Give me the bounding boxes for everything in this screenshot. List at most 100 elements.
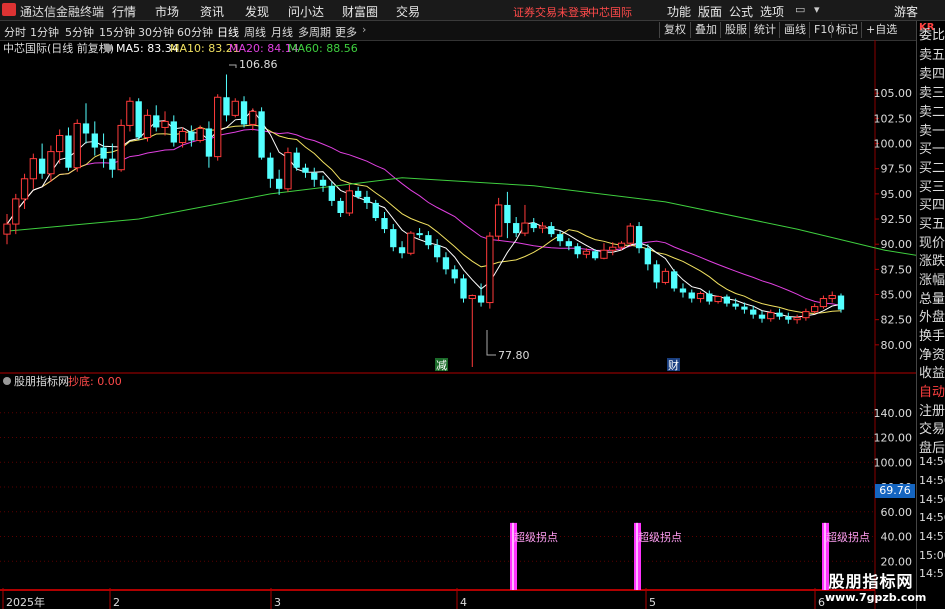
login-notice[interactable]: 证券交易未登录 <box>513 4 590 20</box>
candle <box>416 228 423 239</box>
candle <box>65 127 72 171</box>
menu-item-market-quotes[interactable]: 行情 <box>112 3 136 20</box>
panel-item: 注册 <box>919 404 945 419</box>
candle <box>284 147 292 192</box>
menu-item-options[interactable]: 选项 <box>760 3 784 20</box>
main-legend: 中芯国际(日线 前复权) MA5: 83.34 MA10: 83.21 MA20… <box>3 41 358 55</box>
kline-chart[interactable]: 105.00 102.50 100.00 97.50 95.00 92.50 90.00 87… <box>0 40 916 609</box>
menu-item-market[interactable]: 市场 <box>155 3 179 20</box>
candle-body-down <box>732 303 739 307</box>
signal-label: 超级拐点 <box>826 530 870 544</box>
menu-item-formula[interactable]: 公式 <box>729 3 753 20</box>
menu-item-wealth[interactable]: 财富圈 <box>342 3 378 20</box>
mark-button[interactable]: 标记 <box>831 22 862 38</box>
period-monthly[interactable]: 月线 <box>271 24 293 40</box>
indicator-name[interactable]: 股朋指标网 <box>14 374 69 388</box>
candle-body-down <box>390 229 397 248</box>
y-tick-label: 97.50 <box>881 163 913 176</box>
app-logo-icon <box>2 3 16 16</box>
menu-item-discover[interactable]: 发现 <box>245 3 269 20</box>
period-60min[interactable]: 60分钟 <box>177 24 213 40</box>
candle-body-up <box>117 124 125 171</box>
candle <box>223 74 230 122</box>
dropdown-icon[interactable]: ▾ <box>814 3 820 16</box>
y-tick-label: 82.50 <box>881 314 913 327</box>
candle-body-up <box>617 242 626 248</box>
candle <box>802 308 810 321</box>
candle-body-down <box>319 179 327 186</box>
panel-item: 委比 <box>919 28 945 43</box>
add-favorite-button[interactable]: +自选 <box>861 22 901 38</box>
signal-label: 超级拐点 <box>514 530 558 544</box>
candle <box>548 222 555 238</box>
candle <box>126 97 134 132</box>
statistics-button[interactable]: 统计 <box>749 22 780 38</box>
menu-item-guest[interactable]: 游客 <box>894 3 918 20</box>
period-1min[interactable]: 1分钟 <box>30 24 59 40</box>
candle-body-up <box>538 225 547 229</box>
period-5min[interactable]: 5分钟 <box>65 24 94 40</box>
candle-body-up <box>600 249 608 259</box>
menu-item-trade[interactable]: 交易 <box>396 3 420 20</box>
indicator-param: 抄底: 0.00 <box>68 374 122 388</box>
menu-item-functions[interactable]: 功能 <box>667 3 691 20</box>
indicator-settings-icon[interactable] <box>3 377 11 385</box>
period-weekly[interactable]: 周线 <box>244 24 266 40</box>
panel-item: 盘后 <box>919 441 945 456</box>
stock-service-button[interactable]: 股服 <box>720 22 751 38</box>
stock-title: 中芯国际 <box>588 6 632 19</box>
menu-item-news[interactable]: 资讯 <box>200 3 224 20</box>
candle <box>267 152 274 188</box>
candle-body-down <box>65 135 72 168</box>
period-timeshare[interactable]: 分时 <box>4 24 26 40</box>
chevron-right-icon[interactable]: › <box>362 23 366 36</box>
panel-item: 净资 <box>919 348 945 363</box>
candle-body-down <box>293 152 300 168</box>
ma60-line <box>6 177 916 256</box>
indicator-y-tick-label: 20.00 <box>881 555 913 568</box>
y-tick-label: 85.00 <box>881 289 913 302</box>
candle <box>91 121 98 156</box>
menu-item-ask[interactable]: 问小达 <box>288 3 324 20</box>
candle <box>706 290 713 305</box>
candle-body-up <box>3 223 11 235</box>
candle-body-down <box>741 306 748 310</box>
period-multi[interactable]: 多周期 <box>298 24 331 40</box>
candle-body-down <box>416 233 423 236</box>
candle <box>425 231 432 250</box>
candle-body-down <box>434 245 441 258</box>
menu-item-layout[interactable]: 版面 <box>698 3 722 20</box>
candle-body-down <box>837 295 845 310</box>
candle <box>38 143 46 179</box>
candle-body-down <box>513 223 520 234</box>
candle-body-up <box>626 225 634 244</box>
candle-body-up <box>609 246 617 251</box>
candle-body-down <box>442 257 450 270</box>
candle-body-down <box>372 202 379 219</box>
candle-body-down <box>635 226 643 249</box>
period-30min[interactable]: 30分钟 <box>138 24 174 40</box>
draw-line-button[interactable]: 画线 <box>779 22 810 38</box>
minimize-icon[interactable]: ▭ <box>795 3 805 16</box>
candle-body-down <box>785 316 792 320</box>
overlay-button[interactable]: 叠加 <box>690 22 721 38</box>
settings-dot-icon[interactable] <box>104 44 112 52</box>
candle-body-down <box>153 115 160 128</box>
candle <box>407 231 415 256</box>
candle <box>767 309 775 322</box>
candle <box>196 125 204 143</box>
candle <box>451 265 458 284</box>
restore-rights-button[interactable]: 复权 <box>659 22 690 38</box>
period-daily[interactable]: 日线 <box>217 24 239 40</box>
panel-item: 买三 <box>919 180 945 195</box>
candle <box>626 223 634 246</box>
candle <box>153 105 160 132</box>
candle <box>337 197 344 218</box>
candle-body-down <box>758 314 766 319</box>
candle-body-down <box>425 235 432 246</box>
right-quote-panel: KR 委比 卖五 卖四 卖三 卖二 卖一 买一 买二 买三 买四 买五 现价 涨跌 涨幅 总量 外盘 换手 净资 收益… <box>916 21 945 609</box>
period-more[interactable]: 更多 <box>335 24 357 40</box>
period-15min[interactable]: 15分钟 <box>99 24 135 40</box>
candle <box>714 295 722 304</box>
candle-body-up <box>231 100 239 116</box>
